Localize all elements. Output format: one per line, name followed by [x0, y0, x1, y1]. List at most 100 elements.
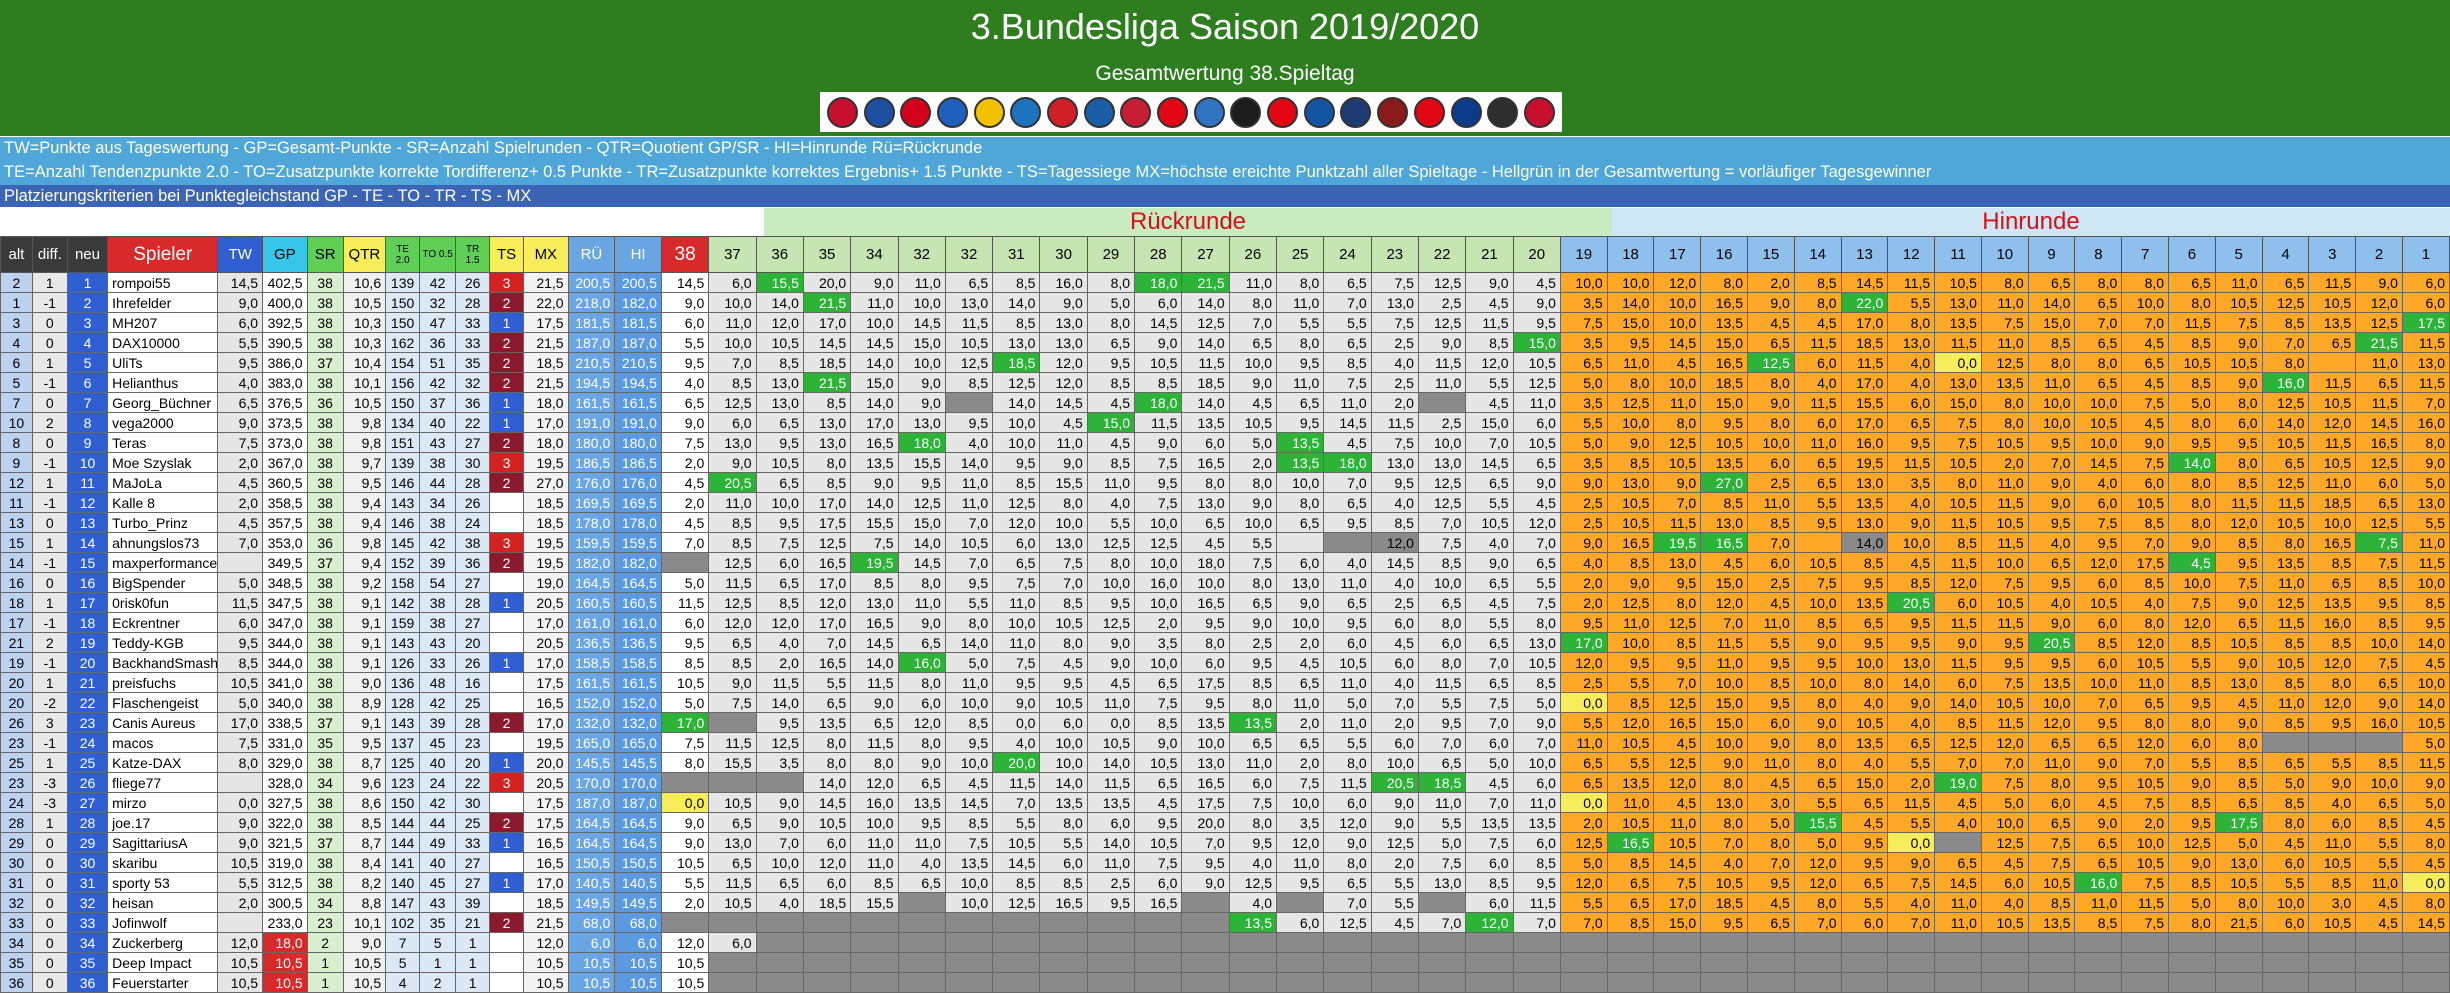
player-name[interactable]: Jofinwolf — [107, 912, 219, 933]
table-row[interactable]: 26 3 23 Canis Aureus 17,0 338,5 37 9,1 143 39 28 2 1… — [0, 712, 2450, 733]
player-name[interactable]: preisfuchs — [107, 672, 219, 693]
round-header[interactable]: 30 — [1039, 236, 1088, 273]
round-header[interactable]: 27 — [1181, 236, 1230, 273]
col-mx-header[interactable]: MX — [523, 236, 569, 273]
round-header[interactable]: 21 — [1465, 236, 1514, 273]
player-name[interactable]: Moe Szyslak — [107, 452, 219, 473]
table-row[interactable]: 32 0 32 heisan 2,0 300,5 34 8,8 147 43 39 18,5 149,5… — [0, 892, 2450, 913]
round-header[interactable]: 31 — [992, 236, 1041, 273]
table-row[interactable]: 2 1 1 rompoi55 14,5 402,5 38 10,6 139 42 26 3 21,5 20… — [0, 272, 2450, 293]
round-header[interactable]: 11 — [1934, 236, 1982, 273]
col-sr-header[interactable]: SR — [306, 236, 344, 273]
table-row[interactable]: 3 0 3 MH207 6,0 392,5 38 10,3 150 47 33 1 17,5 181,5 1… — [0, 312, 2450, 333]
table-row[interactable]: 12 1 11 MaJoLa 4,5 360,5 38 9,5 146 44 28 2 27,0 176,… — [0, 472, 2450, 493]
player-name[interactable]: fliege77 — [107, 772, 219, 793]
player-name[interactable]: Kalle 8 — [107, 492, 219, 513]
round-header[interactable]: 16 — [1700, 236, 1748, 273]
table-row[interactable]: 24 -3 27 mirzo 0,0 327,5 38 8,6 150 42 30 17,5 187,0… — [0, 792, 2450, 813]
round-header[interactable]: 2 — [2355, 236, 2403, 273]
table-row[interactable]: 18 1 17 0risk0fun 11,5 347,5 38 9,1 142 38 28 1 20,5… — [0, 592, 2450, 613]
table-row[interactable]: 31 0 31 sporty 53 5,5 312,5 38 8,2 140 45 27 1 17,0 1… — [0, 872, 2450, 893]
round-header[interactable]: 24 — [1323, 236, 1372, 273]
player-name[interactable]: Georg_Büchner — [107, 392, 219, 413]
table-row[interactable]: 25 1 25 Katze-DAX 8,0 329,0 38 8,7 125 40 20 1 20,0 1… — [0, 752, 2450, 773]
table-row[interactable]: 16 0 16 BigSpender 5,0 348,5 38 9,2 158 54 27 19,0 1… — [0, 572, 2450, 593]
col-spieler-header[interactable]: Spieler — [107, 236, 219, 273]
player-name[interactable]: Deep Impact — [107, 952, 219, 973]
player-name[interactable]: Helianthus — [107, 372, 219, 393]
round-header[interactable]: 37 — [708, 236, 757, 273]
col-qtr-header[interactable]: QTR — [342, 236, 387, 273]
table-row[interactable]: 4 0 4 DAX10000 5,5 390,5 38 10,3 162 36 33 2 21,5 187… — [0, 332, 2450, 353]
player-name[interactable]: Eckrentner — [107, 612, 219, 633]
table-row[interactable]: 23 -3 26 fliege77 328,0 34 9,6 123 24 22 3 20,5 170,… — [0, 772, 2450, 793]
player-name[interactable]: vega2000 — [107, 412, 219, 433]
round-header[interactable]: 32 — [897, 236, 946, 273]
player-name[interactable]: Teddy-KGB — [107, 632, 219, 653]
round-header[interactable]: 10 — [1980, 236, 2029, 273]
round-header[interactable]: 12 — [1887, 236, 1936, 273]
round-header[interactable]: 3 — [2308, 236, 2357, 273]
player-name[interactable]: Katze-DAX — [107, 752, 219, 773]
table-row[interactable]: 34 0 34 Zuckerberg 12,0 18,0 2 9,0 7 5 1 12,0 6,0 6,0… — [0, 932, 2450, 953]
table-row[interactable]: 20 -2 22 Flaschengeist 5,0 340,0 38 8,9 128 42 25 1… — [0, 692, 2450, 713]
table-row[interactable]: 17 -1 18 Eckrentner 6,0 347,0 38 9,1 159 38 27 17,0… — [0, 612, 2450, 633]
table-row[interactable]: 19 -1 20 BackhandSmash 8,5 344,0 38 9,1 126 33 26 1… — [0, 652, 2450, 673]
player-name[interactable]: maxperformance — [107, 552, 219, 573]
player-name[interactable]: Flaschengeist — [107, 692, 219, 713]
round-header[interactable]: 36 — [755, 236, 804, 273]
round-header[interactable]: 23 — [1370, 236, 1419, 273]
table-row[interactable]: 33 0 33 Jofinwolf 233,0 23 10,1 102 35 21 2 21,5 68,… — [0, 912, 2450, 933]
col-te-header[interactable]: TE 2.0 — [385, 236, 421, 273]
player-name[interactable]: joe.17 — [107, 812, 219, 833]
player-name[interactable]: MH207 — [107, 312, 219, 333]
player-name[interactable]: skaribu — [107, 852, 219, 873]
table-row[interactable]: 8 0 9 Teras 7,5 373,0 38 9,8 151 43 27 2 18,0 180,0 18… — [0, 432, 2450, 453]
player-name[interactable]: SagittariusA — [107, 832, 219, 853]
table-row[interactable]: 10 2 8 vega2000 9,0 373,5 38 9,8 134 40 22 1 17,0 191… — [0, 412, 2450, 433]
table-row[interactable]: 35 0 35 Deep Impact 10,5 10,5 1 10,5 5 1 1 10,5 10,5… — [0, 952, 2450, 973]
player-name[interactable]: BackhandSmash — [107, 652, 219, 673]
player-name[interactable]: heisan — [107, 892, 219, 913]
col-tw-header[interactable]: TW — [217, 236, 264, 273]
table-row[interactable]: 29 0 29 SagittariusA 9,0 321,5 37 8,7 144 49 33 1 16… — [0, 832, 2450, 853]
table-row[interactable]: 20 1 21 preisfuchs 10,5 341,0 38 9,0 136 48 16 17,5… — [0, 672, 2450, 693]
round-header[interactable]: 28 — [1134, 236, 1183, 273]
table-row[interactable]: 21 2 19 Teddy-KGB 9,5 344,0 38 9,1 143 43 20 20,5 13… — [0, 632, 2450, 653]
round-header[interactable]: 1 — [2401, 236, 2450, 273]
round-header[interactable]: 29 — [1086, 236, 1136, 273]
col-to-header[interactable]: TO 0.5 — [419, 236, 457, 273]
player-name[interactable]: DAX10000 — [107, 332, 219, 353]
table-row[interactable]: 9 -1 10 Moe Szyslak 2,0 367,0 38 9,7 139 38 30 3 19,… — [0, 452, 2450, 473]
table-row[interactable]: 11 -1 12 Kalle 8 2,0 358,5 38 9,4 143 34 26 18,5 169… — [0, 492, 2450, 513]
round-header[interactable]: 32 — [944, 236, 994, 273]
table-row[interactable]: 6 1 5 UliTs 9,5 386,0 37 10,4 154 51 35 2 18,5 210,5 2… — [0, 352, 2450, 373]
col-neu-header[interactable]: neu — [66, 236, 109, 273]
player-name[interactable]: sporty 53 — [107, 872, 219, 893]
round-header[interactable]: 20 — [1512, 236, 1561, 273]
round-header[interactable]: 18 — [1606, 236, 1655, 273]
round-header[interactable]: 9 — [2027, 236, 2076, 273]
round-header[interactable]: 8 — [2074, 236, 2123, 273]
round-header[interactable]: 22 — [1417, 236, 1467, 273]
col-tr-header[interactable]: TR 1.5 — [455, 236, 491, 273]
round-header[interactable]: 26 — [1228, 236, 1278, 273]
round-header[interactable]: 13 — [1840, 236, 1889, 273]
table-row[interactable]: 23 -1 24 macos 7,5 331,0 35 9,5 137 45 23 19,5 165,0… — [0, 732, 2450, 753]
table-row[interactable]: 15 1 14 ahnungslos73 7,0 353,0 36 9,8 145 42 38 3 19… — [0, 532, 2450, 553]
round-header[interactable]: 17 — [1653, 236, 1702, 273]
table-row[interactable]: 30 0 30 skaribu 10,5 319,0 38 8,4 141 40 27 16,5 150… — [0, 852, 2450, 873]
player-name[interactable]: ahnungslos73 — [107, 532, 219, 553]
col-alt-header[interactable]: alt — [0, 236, 33, 273]
player-name[interactable]: Ihrefelder — [107, 292, 219, 313]
round-header[interactable]: 6 — [2168, 236, 2216, 273]
table-row[interactable]: 28 1 28 joe.17 9,0 322,0 38 8,5 144 44 25 2 17,5 164,… — [0, 812, 2450, 833]
table-row[interactable]: 14 -1 15 maxperformance 349,5 37 9,4 152 39 36 2 19… — [0, 552, 2450, 573]
round-header[interactable]: 4 — [2261, 236, 2310, 273]
player-name[interactable]: Zuckerberg — [107, 932, 219, 953]
round-header[interactable]: 25 — [1275, 236, 1325, 273]
col-gp-header[interactable]: GP — [262, 236, 308, 273]
player-name[interactable]: MaJoLa — [107, 472, 219, 493]
round-header[interactable]: 14 — [1793, 236, 1842, 273]
player-name[interactable]: Teras — [107, 432, 219, 453]
